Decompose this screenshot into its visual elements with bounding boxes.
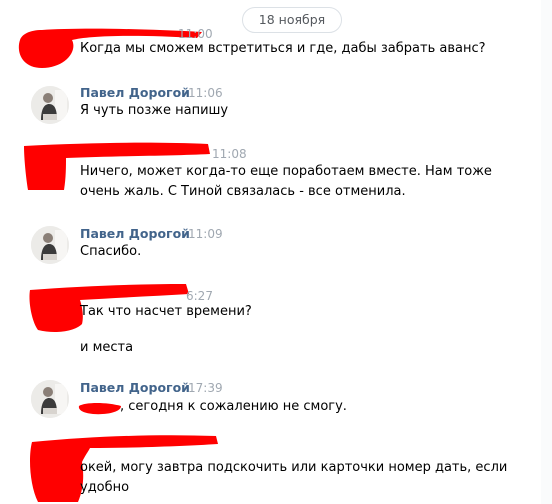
message-time: 11:09 xyxy=(188,227,223,241)
author-name[interactable]: Павел Дорогой xyxy=(80,85,190,100)
message-text: Когда мы сможем встретиться и где, дабы … xyxy=(80,41,486,56)
message-time: 11:08 xyxy=(212,147,247,161)
message-text: Так что насчет времени? xyxy=(80,304,252,319)
date-divider: 18 ноября xyxy=(242,7,342,33)
message-text: и места xyxy=(80,340,134,355)
author-name[interactable]: Павел Дорогой xyxy=(80,226,190,241)
message-time: 17:39 xyxy=(188,381,223,395)
avatar[interactable] xyxy=(31,380,69,418)
message-text: Я чуть позже напишу xyxy=(80,103,229,118)
message-time: 11:06 xyxy=(188,86,223,100)
author-name[interactable]: Павел Дорогой xyxy=(80,380,190,395)
avatar[interactable] xyxy=(31,86,69,124)
message-text: окей, могу завтра подскочить или карточк… xyxy=(80,460,508,475)
person-photo-icon xyxy=(31,380,69,418)
message-text: удобно xyxy=(80,480,130,495)
message-text: , сегодня к сожалению не смогу. xyxy=(120,399,347,414)
message-text: Ничего, может когда-то еще поработаем вм… xyxy=(80,164,492,179)
person-photo-icon xyxy=(31,86,69,124)
message-text: Спасибо. xyxy=(80,244,142,259)
scrollbar[interactable] xyxy=(541,0,552,504)
avatar[interactable] xyxy=(31,226,69,264)
redaction-mark xyxy=(78,403,121,415)
message-text: очень жаль. С Тиной связалась - все отме… xyxy=(80,184,406,199)
person-photo-icon xyxy=(31,226,69,264)
message-time: 6:27 xyxy=(186,289,213,303)
